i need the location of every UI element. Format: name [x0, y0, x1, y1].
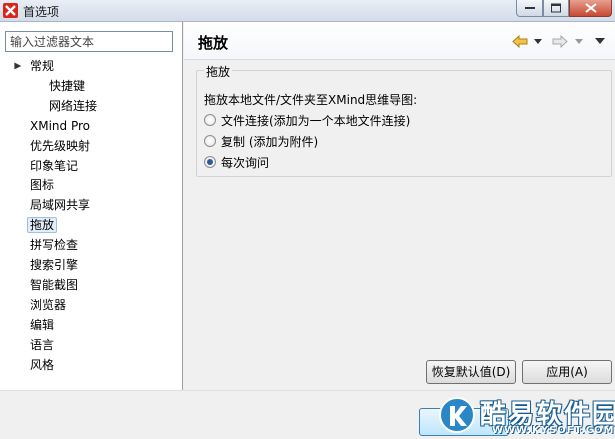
view-menu-icon: [595, 38, 605, 44]
back-arrow-icon: [512, 34, 528, 48]
tree-item-label: 风格: [30, 357, 55, 372]
apply-button[interactable]: 应用(A): [522, 360, 612, 384]
tree-item-label: 搜索引擎: [30, 258, 79, 272]
chevron-down-icon: [534, 38, 542, 44]
view-menu-button[interactable]: [595, 33, 605, 49]
radio-option[interactable]: 文件连接(添加为一个本地文件连接): [204, 111, 410, 129]
title-bar: 首选项: [0, 0, 615, 22]
window-title: 首选项: [23, 5, 60, 19]
filter-input[interactable]: [5, 31, 173, 52]
page-header: 拖放: [184, 22, 615, 60]
tree-item-label: XMind Pro: [30, 118, 90, 133]
tree-item-label: 智能截图: [30, 277, 79, 292]
tree-item[interactable]: 编辑: [27, 315, 57, 335]
tree-item[interactable]: 局域网共享: [27, 195, 93, 215]
tree-item[interactable]: 网络连接: [46, 96, 100, 116]
maximize-icon: [551, 3, 561, 13]
radio-button[interactable]: [204, 114, 216, 126]
radio-option[interactable]: 每次询问: [204, 153, 269, 171]
forward-menu-button[interactable]: [575, 33, 583, 49]
tree-item[interactable]: XMind Pro: [27, 116, 93, 136]
tree-item[interactable]: 快捷键: [46, 76, 88, 96]
tree-item[interactable]: 智能截图: [27, 275, 81, 295]
restore-defaults-button[interactable]: 恢复默认值(D): [426, 360, 516, 384]
radio-label: 每次询问: [221, 155, 270, 170]
tree-item[interactable]: 印象笔记: [27, 156, 81, 176]
tree-item[interactable]: 优先级映射: [27, 136, 93, 156]
minimize-icon: [524, 7, 535, 9]
forward-button[interactable]: [552, 33, 568, 49]
tree-item-label: 优先级映射: [30, 138, 91, 153]
group-description: 拖放本地文件/文件夹至XMind思维导图:: [204, 93, 418, 107]
expand-toggle-icon[interactable]: ▲: [7, 63, 27, 70]
maximize-button[interactable]: [543, 0, 569, 17]
preferences-tree-pane: ▲常规快捷键网络连接 XMind Pro 优先级映射印象笔记图标局域网共享拖放拼写检…: [0, 22, 183, 390]
tree-item-label: 拖放: [27, 217, 58, 234]
tree-item-label: 快捷键: [49, 78, 86, 93]
tree-item[interactable]: 搜索引擎: [27, 255, 81, 275]
tree-item-label: 拼写检查: [30, 238, 79, 253]
tree-item-label: 浏览器: [30, 297, 67, 312]
back-menu-button[interactable]: [534, 33, 542, 49]
radio-option[interactable]: 复制 (添加为附件): [204, 132, 318, 150]
close-button[interactable]: [569, 0, 612, 17]
tree-item[interactable]: 风格: [27, 355, 57, 375]
tree-item-label: 常规: [30, 59, 55, 73]
watermark: 酷易软件园 WWW.KYSOFT.COM: [436, 394, 615, 439]
tree-item-label: 印象笔记: [30, 158, 79, 173]
xmind-icon: [3, 3, 18, 18]
tree-item-label: 网络连接: [49, 98, 98, 113]
back-button[interactable]: [512, 33, 528, 49]
tree-item-label: 图标: [30, 178, 55, 193]
tree-item[interactable]: 图标: [27, 175, 57, 195]
radio-button[interactable]: [204, 156, 216, 168]
tree-item[interactable]: 拼写检查: [27, 235, 81, 255]
tree-item[interactable]: 拖放: [27, 215, 58, 235]
k-logo-icon: [450, 406, 467, 426]
chevron-down-icon: [575, 38, 583, 44]
close-icon: [584, 3, 597, 13]
tree-item-label: 局域网共享: [30, 198, 91, 213]
radio-button[interactable]: [204, 135, 216, 147]
page-title: 拖放: [198, 34, 229, 52]
forward-arrow-icon: [552, 34, 568, 48]
group-title: 拖放: [204, 63, 233, 80]
minimize-button[interactable]: [516, 0, 543, 17]
radio-label: 文件连接(添加为一个本地文件连接): [221, 113, 411, 128]
watermark-url: WWW.KYSOFT.COM: [492, 425, 615, 436]
tree-item[interactable]: 语言: [27, 335, 57, 355]
drag-drop-group: 拖放 拖放本地文件/文件夹至XMind思维导图: 文件连接(添加为一个本地文件连…: [196, 63, 612, 177]
tree-item[interactable]: 浏览器: [27, 295, 69, 315]
watermark-logo: [439, 397, 475, 433]
tree-item[interactable]: ▲ 常规: [12, 56, 57, 76]
radio-label: 复制 (添加为附件): [221, 134, 319, 149]
tree-item-label: 编辑: [30, 317, 55, 332]
preference-page: 拖放 拖放 拖放本地文件/文件夹至XMind思维导图: 文件连接(添加为一个本地…: [184, 22, 615, 390]
tree-item-label: 语言: [30, 337, 55, 352]
